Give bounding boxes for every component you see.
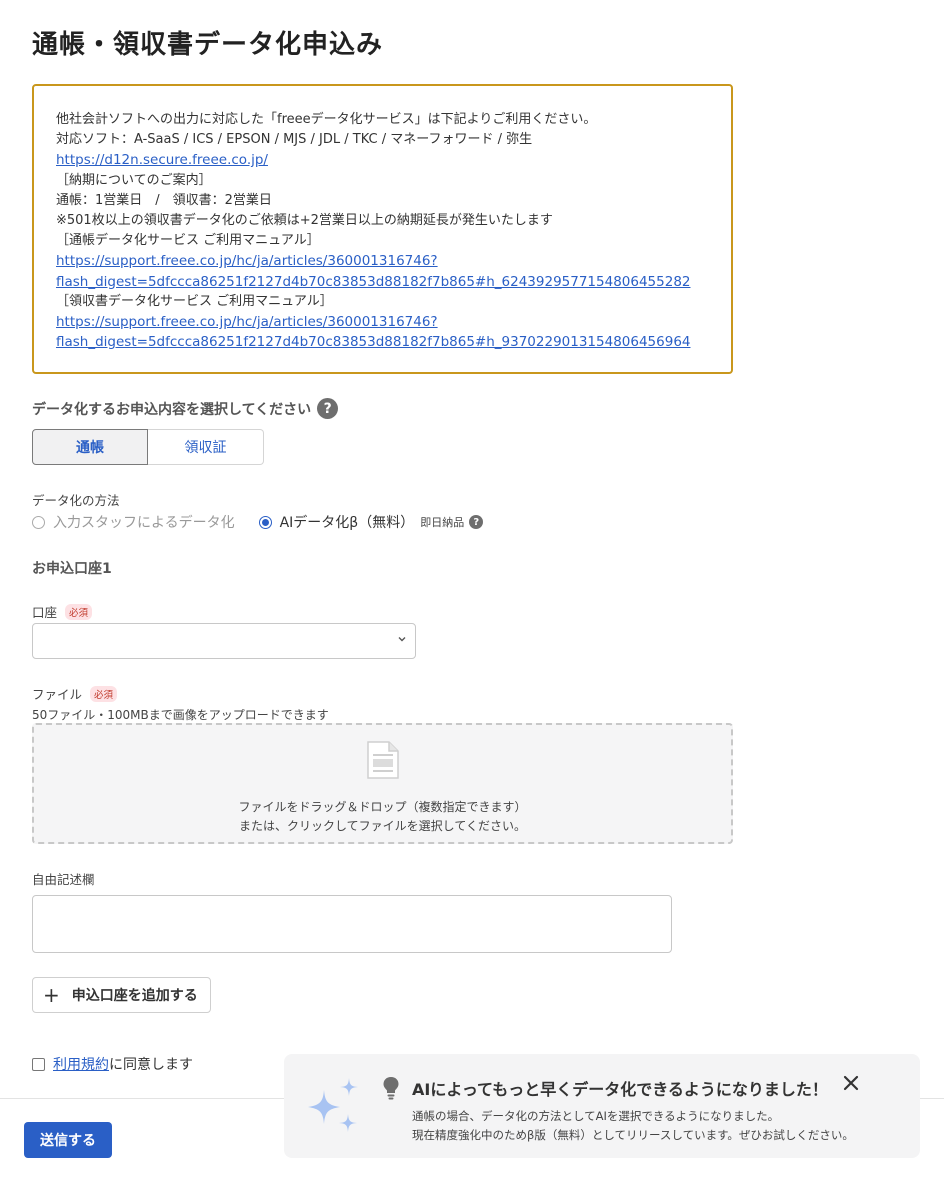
file-label: ファイル 必須 — [32, 684, 118, 703]
info-notice: 他社会計ソフトへの出力に対応した「freeeデータ化サービス」は下記よりご利用く… — [32, 84, 733, 374]
terms-agree-row: 利用規約 に同意します — [32, 1054, 193, 1074]
question-circle-icon[interactable]: ? — [317, 398, 339, 419]
content-select-label: データ化するお申込内容を選択してください ? — [32, 398, 339, 419]
ai-announcement-toast: AIによってもっと早くデータ化できるようになりました！ 通帳の場合、データ化の方… — [284, 1054, 920, 1158]
page-title: 通帳・領収書データ化申込み — [32, 30, 384, 60]
close-icon[interactable] — [842, 1074, 860, 1097]
radio-staff-label: 入力スタッフによるデータ化 — [53, 515, 235, 531]
account-section-heading: お申込口座1 — [32, 561, 112, 577]
terms-agree-text: に同意します — [109, 1057, 193, 1073]
toast-title: AIによってもっと早くデータ化できるようになりました！ — [412, 1080, 828, 1099]
notice-delivery-days: 通帳：1営業日 / 領収書：2営業日 — [56, 192, 272, 208]
account-label-text: 口座 — [32, 605, 58, 620]
file-label-text: ファイル — [32, 687, 83, 702]
notice-supported-software: 対応ソフト：A-SaaS / ICS / EPSON / MJS / JDL /… — [56, 132, 533, 148]
drop-text-line1: ファイルをドラッグ＆ドロップ（複数指定できます） — [238, 800, 527, 814]
tab-passbook[interactable]: 通帳 — [32, 429, 148, 465]
add-account-label: 申込口座を追加する — [71, 988, 198, 1004]
lightbulb-icon — [383, 1077, 399, 1100]
receipt-manual-link[interactable]: https://support.freee.co.jp/hc/ja/articl… — [56, 312, 731, 332]
radio-ai-label: AIデータ化β（無料） — [279, 515, 415, 531]
terms-link[interactable]: 利用規約 — [53, 1054, 109, 1074]
receipt-manual-link-cont[interactable]: flash_digest=5dfccca86251f2127d4b70c8385… — [56, 332, 731, 352]
radio-ai[interactable] — [258, 515, 272, 529]
notice-intro: 他社会計ソフトへの出力に対応した「freeeデータ化サービス」は下記よりご利用く… — [56, 112, 597, 127]
notice-delivery-note: ※501枚以上の領収書データ化のご依頼は+2営業日以上の納期延長が発生いたします — [56, 213, 553, 229]
account-label: 口座 必須 — [32, 602, 93, 621]
question-circle-icon[interactable]: ? — [469, 515, 484, 529]
toast-body: 通帳の場合、データ化の方法としてAIを選択できるようになりました。 現在精度強化… — [412, 1107, 854, 1145]
passbook-manual-link[interactable]: https://support.freee.co.jp/hc/ja/articl… — [56, 251, 731, 271]
file-dropzone[interactable]: ファイルをドラッグ＆ドロップ（複数指定できます） または、クリックしてファイルを… — [32, 723, 733, 844]
method-label: データ化の方法 — [32, 493, 120, 508]
notice-delivery-heading: ［納期についてのご案内］ — [56, 172, 212, 188]
memo-label: 自由記述欄 — [32, 869, 95, 888]
add-account-button[interactable]: + 申込口座を追加する — [32, 977, 211, 1013]
plus-icon: + — [43, 983, 60, 1007]
account-select[interactable] — [32, 623, 416, 659]
terms-checkbox[interactable] — [32, 1057, 45, 1071]
submit-button[interactable]: 送信する — [24, 1122, 112, 1158]
notice-passbook-manual-heading: ［通帳データ化サービス ご利用マニュアル］ — [56, 233, 320, 249]
sparkle-icon — [308, 1078, 358, 1132]
drop-text-line2: または、クリックしてファイルを選択してください。 — [239, 819, 526, 833]
memo-textarea[interactable] — [32, 895, 672, 953]
memo-label-text: 自由記述欄 — [32, 872, 95, 887]
toast-line2: 現在精度強化中のためβ版（無料）としてリリースしています。ぜひお試しください。 — [412, 1128, 854, 1142]
content-segmented-control: 通帳 領収証 — [32, 429, 264, 465]
tab-receipt[interactable]: 領収証 — [148, 429, 264, 465]
file-limit-note: 50ファイル・100MBまで画像をアップロードできます — [32, 708, 329, 722]
passbook-manual-link-cont[interactable]: flash_digest=5dfccca86251f2127d4b70c8385… — [56, 272, 731, 292]
radio-staff[interactable] — [32, 515, 45, 529]
notice-receipt-manual-heading: ［領収書データ化サービス ご利用マニュアル］ — [56, 293, 333, 309]
service-link[interactable]: https://d12n.secure.freee.co.jp/ — [56, 150, 731, 170]
chevron-down-icon — [397, 633, 407, 647]
toast-line1: 通帳の場合、データ化の方法としてAIを選択できるようになりました。 — [412, 1109, 780, 1123]
same-day-note: 即日納品 — [420, 516, 465, 529]
content-select-label-text: データ化するお申込内容を選択してください — [32, 401, 312, 418]
document-icon — [367, 741, 399, 779]
method-radio-group: 入力スタッフによるデータ化 AIデータ化β（無料） 即日納品 ? — [32, 512, 484, 532]
required-badge: 必須 — [90, 685, 118, 702]
required-badge: 必須 — [65, 603, 93, 620]
